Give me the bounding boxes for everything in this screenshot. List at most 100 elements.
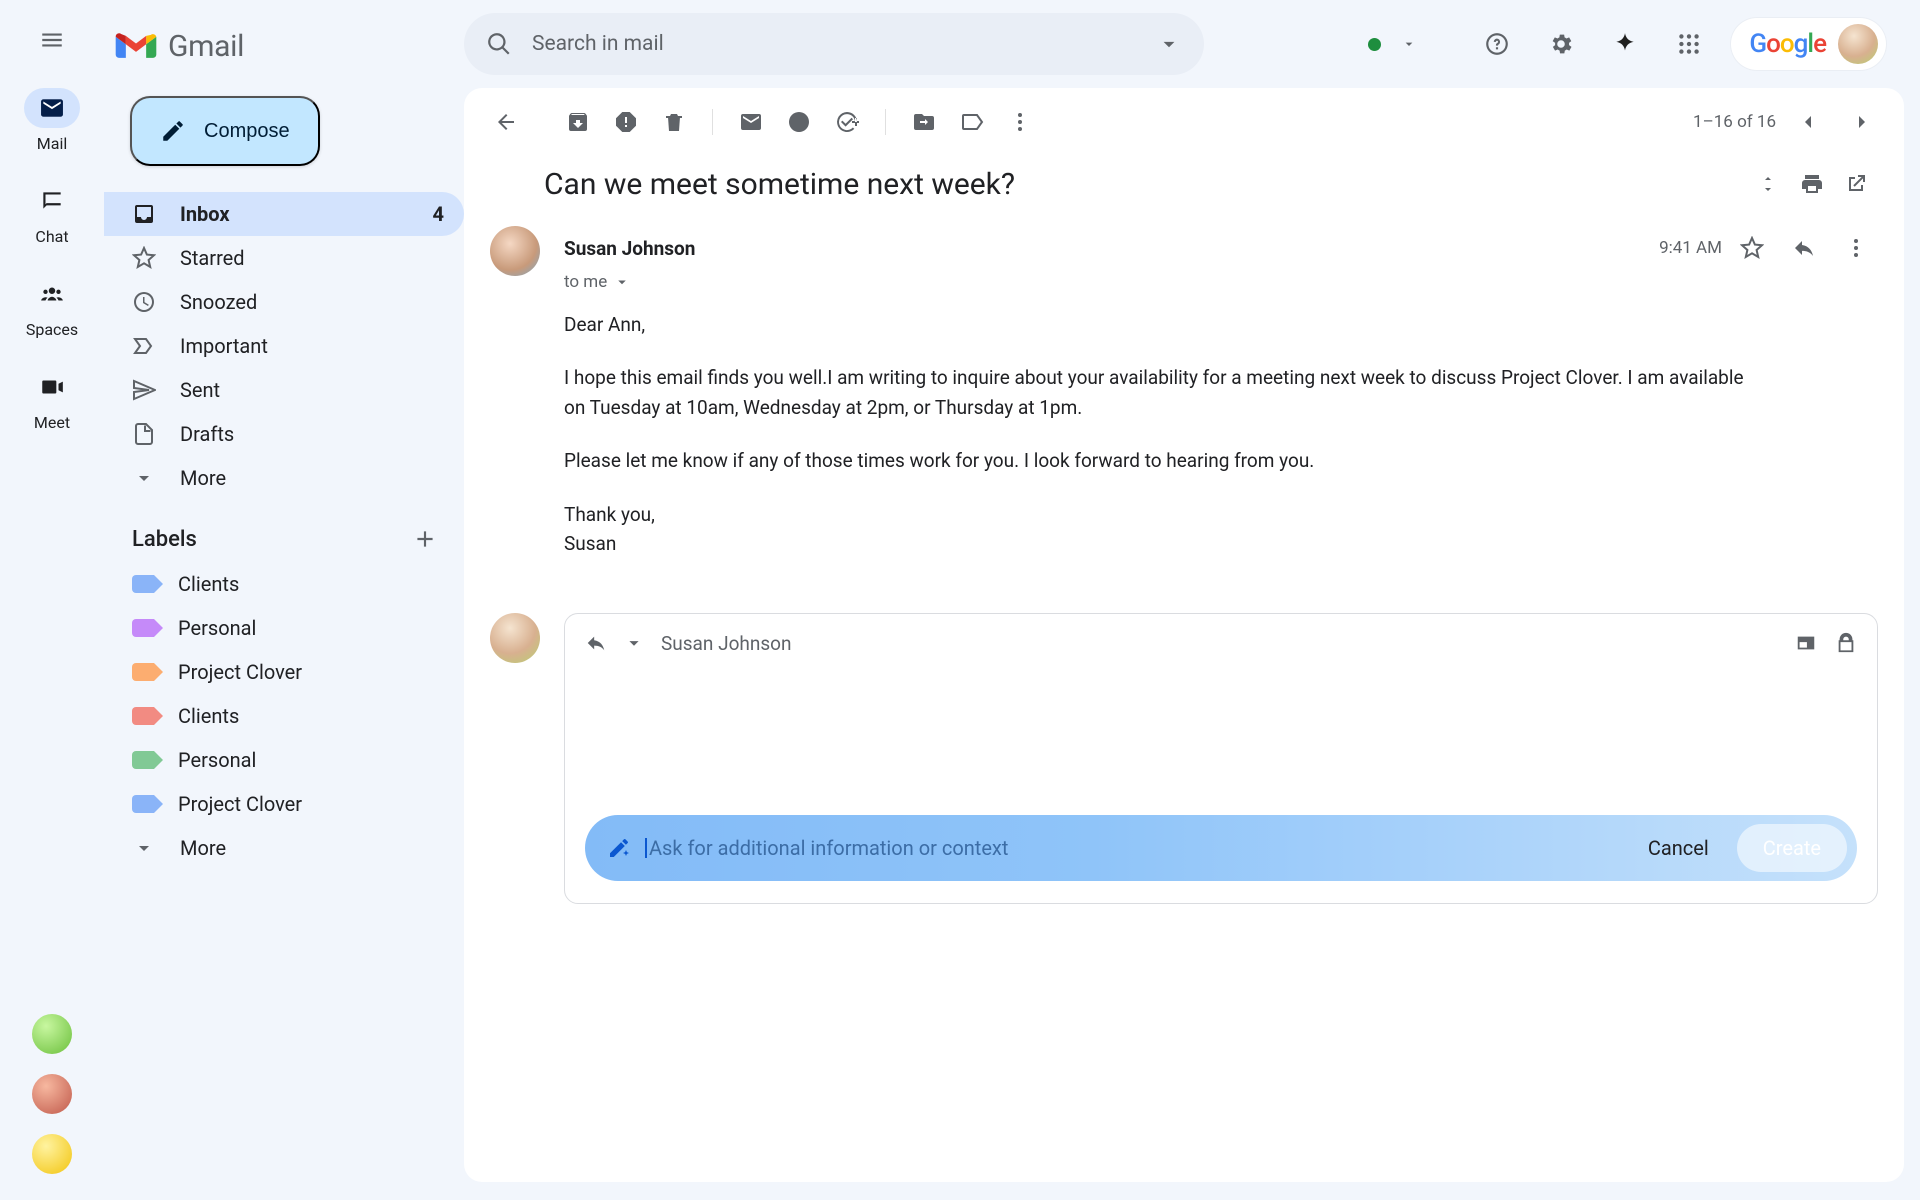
label-text: Clients	[178, 572, 239, 596]
folder-important[interactable]: Important	[104, 324, 464, 368]
star-button[interactable]	[1730, 226, 1774, 270]
folder-sent[interactable]: Sent	[104, 368, 464, 412]
sender-avatar[interactable]	[490, 226, 540, 276]
main-menu-button[interactable]	[24, 12, 80, 68]
chevron-down-icon	[132, 836, 156, 860]
presence-avatar[interactable]	[32, 1014, 72, 1054]
compose-label: Compose	[204, 120, 290, 143]
body-paragraph: Please let me know if any of those times…	[564, 446, 1764, 475]
brand-text: Gmail	[168, 29, 244, 64]
label-item[interactable]: Project Clover	[104, 650, 464, 694]
archive-icon	[566, 110, 590, 134]
rail-item-spaces[interactable]: Spaces	[16, 274, 88, 339]
label-item[interactable]: Clients	[104, 562, 464, 606]
hamburger-icon	[39, 27, 65, 53]
delete-button[interactable]	[652, 100, 696, 144]
message-more-button[interactable]	[1834, 226, 1878, 270]
settings-button[interactable]	[1539, 22, 1583, 66]
reply-icon[interactable]	[585, 632, 607, 654]
back-button[interactable]	[484, 100, 528, 144]
caret-down-icon[interactable]	[1156, 31, 1182, 57]
label-item[interactable]: Personal	[104, 606, 464, 650]
add-task-icon	[835, 110, 859, 134]
inbox-icon	[132, 202, 156, 226]
folder-label: Inbox	[180, 202, 230, 226]
label-item[interactable]: Personal	[104, 738, 464, 782]
body-paragraph: I hope this email finds you well.I am wr…	[564, 363, 1764, 422]
folder-label: Important	[180, 334, 268, 358]
message-toolbar: 1–16 of 16	[464, 88, 1904, 156]
labels-header: Labels	[104, 500, 464, 562]
lock-icon[interactable]	[1835, 632, 1857, 654]
rail-label: Chat	[16, 227, 88, 246]
folder-starred[interactable]: Starred	[104, 236, 464, 280]
google-wordmark: Google	[1749, 29, 1826, 59]
rail-label: Mail	[16, 134, 88, 153]
unread-button[interactable]	[729, 100, 773, 144]
spam-button[interactable]	[604, 100, 648, 144]
status-dot-icon[interactable]	[1368, 38, 1381, 51]
label-more[interactable]: More	[104, 826, 464, 870]
pager-prev[interactable]	[1786, 100, 1830, 144]
ai-prompt-bar: Ask for additional information or contex…	[585, 815, 1857, 881]
envelope-icon	[739, 110, 763, 134]
folder-inbox[interactable]: Inbox 4	[104, 192, 464, 236]
compose-button[interactable]: Compose	[130, 96, 320, 166]
magic-pencil-icon	[607, 836, 631, 860]
account-switcher[interactable]: Google	[1731, 18, 1886, 70]
ai-create-button[interactable]: Create	[1737, 824, 1847, 872]
rail-item-chat[interactable]: Chat	[16, 181, 88, 246]
expand-collapse-button[interactable]	[1746, 162, 1790, 206]
sparkle-icon	[1612, 31, 1638, 57]
help-icon	[1484, 31, 1510, 57]
folder-move-icon	[912, 110, 936, 134]
caret-down-icon[interactable]	[623, 632, 645, 654]
print-button[interactable]	[1790, 162, 1834, 206]
ai-prompt-input[interactable]: Ask for additional information or contex…	[649, 836, 1630, 860]
spam-icon	[614, 110, 638, 134]
apps-button[interactable]	[1667, 22, 1711, 66]
topbar: Search in mail Google	[464, 0, 1920, 88]
label-item[interactable]: Clients	[104, 694, 464, 738]
label-item[interactable]: Project Clover	[104, 782, 464, 826]
archive-button[interactable]	[556, 100, 600, 144]
label-button[interactable]	[950, 100, 994, 144]
caret-down-icon[interactable]	[1401, 36, 1417, 52]
mail-icon	[39, 95, 65, 121]
folder-label: More	[180, 466, 226, 490]
send-icon	[132, 378, 156, 402]
folder-more[interactable]: More	[104, 456, 464, 500]
rail-item-mail[interactable]: Mail	[16, 88, 88, 153]
rail-label: Spaces	[16, 320, 88, 339]
presence-avatar[interactable]	[32, 1134, 72, 1174]
snooze-button[interactable]	[777, 100, 821, 144]
popout-button[interactable]	[1834, 162, 1878, 206]
ai-cancel-button[interactable]: Cancel	[1648, 836, 1709, 860]
presence-avatar[interactable]	[32, 1074, 72, 1114]
addtask-button[interactable]	[825, 100, 869, 144]
label-icon	[960, 110, 984, 134]
body-paragraph: Thank you, Susan	[564, 500, 1764, 559]
reply-button[interactable]	[1782, 226, 1826, 270]
pager-next[interactable]	[1840, 100, 1884, 144]
message: Susan Johnson 9:41 AM to me Dear A	[464, 226, 1904, 583]
plus-icon[interactable]	[412, 526, 438, 552]
brand[interactable]: Gmail	[104, 18, 464, 74]
body-paragraph: Dear Ann,	[564, 310, 1764, 339]
search-box[interactable]: Search in mail	[464, 13, 1204, 75]
label-color-icon	[132, 575, 154, 593]
popout-icon[interactable]	[1795, 632, 1817, 654]
video-icon	[39, 374, 65, 400]
rail-label: Meet	[16, 413, 88, 432]
more-button[interactable]	[998, 100, 1042, 144]
gemini-button[interactable]	[1603, 22, 1647, 66]
rail-item-meet[interactable]: Meet	[16, 367, 88, 432]
folder-drafts[interactable]: Drafts	[104, 412, 464, 456]
folder-snoozed[interactable]: Snoozed	[104, 280, 464, 324]
folder-list: Inbox 4 Starred Snoozed Important Sent	[104, 192, 464, 500]
recipient-line[interactable]: to me	[564, 272, 1878, 292]
help-button[interactable]	[1475, 22, 1519, 66]
my-avatar[interactable]	[490, 613, 540, 663]
moveto-button[interactable]	[902, 100, 946, 144]
chevron-down-icon	[613, 273, 631, 291]
